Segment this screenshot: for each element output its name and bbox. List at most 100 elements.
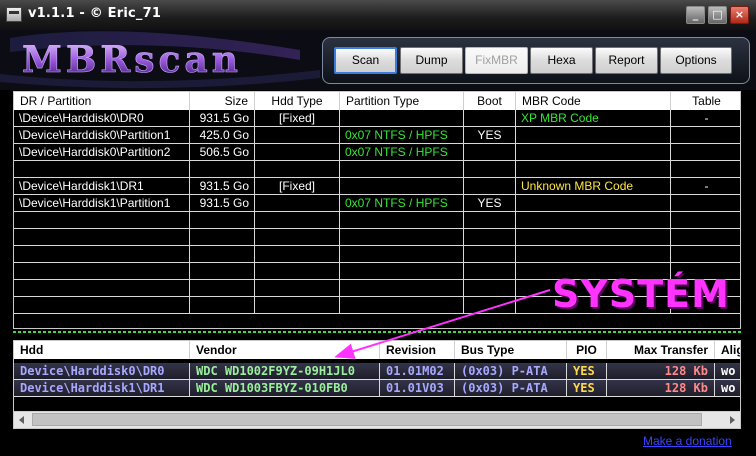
partition-name-cell: \Device\Harddisk1\DR1 bbox=[14, 178, 190, 194]
column-header-hdd-type[interactable]: Hdd Type bbox=[255, 92, 340, 110]
mbr-code-cell bbox=[516, 263, 671, 279]
scroll-right-icon[interactable] bbox=[723, 412, 740, 428]
boot-cell: YES bbox=[464, 195, 516, 211]
hdd-type-cell bbox=[255, 280, 340, 296]
hexa-button[interactable]: Hexa bbox=[530, 47, 593, 74]
table-row[interactable]: Device\Harddisk1\DR1 WDC WD1003FBYZ-010FB… bbox=[14, 380, 740, 397]
column-header-partition-type[interactable]: Partition Type bbox=[340, 92, 464, 110]
table-row[interactable] bbox=[14, 229, 740, 246]
fixmbr-button[interactable]: FixMBR bbox=[465, 47, 528, 74]
boot-cell: YES bbox=[464, 127, 516, 143]
column-header-table[interactable]: Table bbox=[671, 92, 740, 110]
alignment-cell: wo bbox=[721, 364, 736, 378]
column-header-revision[interactable]: Revision bbox=[380, 341, 455, 359]
size-cell: 931.5 Go bbox=[190, 178, 255, 194]
vendor-cell: WDC WD1003FBYZ-010FB0 bbox=[190, 380, 380, 396]
horizontal-scrollbar[interactable] bbox=[14, 411, 740, 428]
table-cell bbox=[671, 246, 740, 262]
disks-table[interactable]: Hdd Vendor Revision Bus Type PIO Max Tra… bbox=[13, 340, 741, 429]
mbr-code-cell bbox=[516, 246, 671, 262]
hdd-cell: Device\Harddisk0\DR0 bbox=[14, 363, 190, 379]
table-cell: - bbox=[704, 111, 709, 125]
column-header-pio[interactable]: PIO bbox=[567, 341, 607, 359]
scrollbar-thumb[interactable] bbox=[32, 413, 702, 426]
table-cell bbox=[671, 280, 740, 296]
boot-cell bbox=[464, 297, 516, 313]
column-header-mbr-code[interactable]: MBR Code bbox=[516, 92, 671, 110]
partitions-table[interactable]: DR / Partition Size Hdd Type Partition T… bbox=[13, 91, 741, 329]
column-header-hdd[interactable]: Hdd bbox=[14, 341, 190, 359]
table-row[interactable]: \Device\Harddisk0\Partition1 425.0 Go 0x07… bbox=[14, 127, 740, 144]
window-title: v1.1.1 - © Eric_71 bbox=[28, 6, 162, 21]
table-row[interactable] bbox=[14, 280, 740, 297]
hdd-type-cell bbox=[255, 127, 340, 143]
table-cell bbox=[671, 212, 740, 228]
table-row[interactable] bbox=[14, 212, 740, 229]
size-cell bbox=[190, 212, 255, 228]
partition-type-cell bbox=[340, 246, 464, 262]
boot-cell bbox=[464, 263, 516, 279]
scroll-left-icon[interactable] bbox=[14, 412, 31, 428]
partition-type-cell bbox=[340, 280, 464, 296]
donate-link[interactable]: Make a donation bbox=[643, 434, 732, 448]
header-banner: MBRscan Scan Dump FixMBR Hexa Report Opt… bbox=[0, 30, 756, 90]
scan-button[interactable]: Scan bbox=[334, 47, 397, 74]
column-header-bus-type[interactable]: Bus Type bbox=[455, 341, 567, 359]
maximize-button[interactable]: □ bbox=[708, 6, 727, 24]
options-button[interactable]: Options bbox=[660, 47, 732, 74]
bus-type-cell: (0x03) P-ATA bbox=[455, 380, 567, 396]
table-row[interactable]: \Device\Harddisk1\Partition1 931.5 Go 0x07… bbox=[14, 195, 740, 212]
hdd-type-cell: [Fixed] bbox=[255, 178, 340, 194]
column-header-boot[interactable]: Boot bbox=[464, 92, 516, 110]
table-cell bbox=[671, 127, 740, 143]
toolbar: Scan Dump FixMBR Hexa Report Options bbox=[322, 37, 750, 84]
close-button[interactable]: × bbox=[730, 6, 749, 24]
minimize-button[interactable]: _ bbox=[686, 6, 705, 24]
partitions-table-header: DR / Partition Size Hdd Type Partition T… bbox=[14, 92, 740, 110]
table-row[interactable] bbox=[14, 263, 740, 280]
max-transfer-cell: 128 Kb bbox=[607, 380, 715, 396]
pane-splitter[interactable] bbox=[13, 330, 741, 335]
table-row[interactable] bbox=[14, 297, 740, 314]
column-header-vendor[interactable]: Vendor bbox=[190, 341, 380, 359]
column-header-size[interactable]: Size bbox=[190, 92, 255, 110]
bus-type-cell: (0x03) P-ATA bbox=[455, 363, 567, 379]
revision-cell: 01.01V03 bbox=[380, 380, 455, 396]
hdd-type-cell bbox=[255, 212, 340, 228]
table-row[interactable] bbox=[14, 246, 740, 263]
mbr-code-cell bbox=[516, 212, 671, 228]
mbr-code-cell bbox=[516, 280, 671, 296]
table-row[interactable]: Device\Harddisk0\DR0 WDC WD1002F9YZ-09H1J… bbox=[14, 363, 740, 380]
column-header-max-transfer[interactable]: Max Transfer bbox=[607, 341, 715, 359]
boot-cell bbox=[464, 144, 516, 160]
size-cell bbox=[190, 161, 255, 177]
table-cell bbox=[671, 144, 740, 160]
table-row[interactable] bbox=[14, 161, 740, 178]
column-header-partition[interactable]: DR / Partition bbox=[14, 92, 190, 110]
partition-name-cell bbox=[14, 229, 190, 245]
partition-name-cell bbox=[14, 263, 190, 279]
title-bar[interactable]: v1.1.1 - © Eric_71 _ □ × bbox=[0, 0, 756, 30]
app-window: v1.1.1 - © Eric_71 _ □ × MBRscan Scan Du… bbox=[0, 0, 756, 456]
partition-type-cell bbox=[340, 212, 464, 228]
column-header-alignment[interactable]: Alig bbox=[715, 341, 740, 359]
hdd-type-cell bbox=[255, 195, 340, 211]
table-row[interactable]: \Device\Harddisk0\Partition2 506.5 Go 0x07… bbox=[14, 144, 740, 161]
dump-button[interactable]: Dump bbox=[400, 47, 463, 74]
mbr-code-cell: Unknown MBR Code bbox=[516, 178, 671, 194]
max-transfer-cell: 128 Kb bbox=[607, 363, 715, 379]
table-row[interactable]: \Device\Harddisk0\DR0 931.5 Go [Fixed] XP M… bbox=[14, 110, 740, 127]
partition-name-cell bbox=[14, 297, 190, 313]
size-cell bbox=[190, 246, 255, 262]
mbr-code-cell bbox=[516, 195, 671, 211]
report-button[interactable]: Report bbox=[595, 47, 658, 74]
revision-cell: 01.01M02 bbox=[380, 363, 455, 379]
mbr-code-cell: XP MBR Code bbox=[516, 110, 671, 126]
boot-cell bbox=[464, 110, 516, 126]
partition-type-cell: 0x07 NTFS / HPFS bbox=[340, 144, 464, 160]
logo-graphic: MBRscan bbox=[0, 31, 320, 89]
mbr-code-cell bbox=[516, 161, 671, 177]
partition-name-cell: \Device\Harddisk0\Partition2 bbox=[14, 144, 190, 160]
table-row[interactable]: \Device\Harddisk1\DR1 931.5 Go [Fixed] Unkn… bbox=[14, 178, 740, 195]
boot-cell bbox=[464, 212, 516, 228]
